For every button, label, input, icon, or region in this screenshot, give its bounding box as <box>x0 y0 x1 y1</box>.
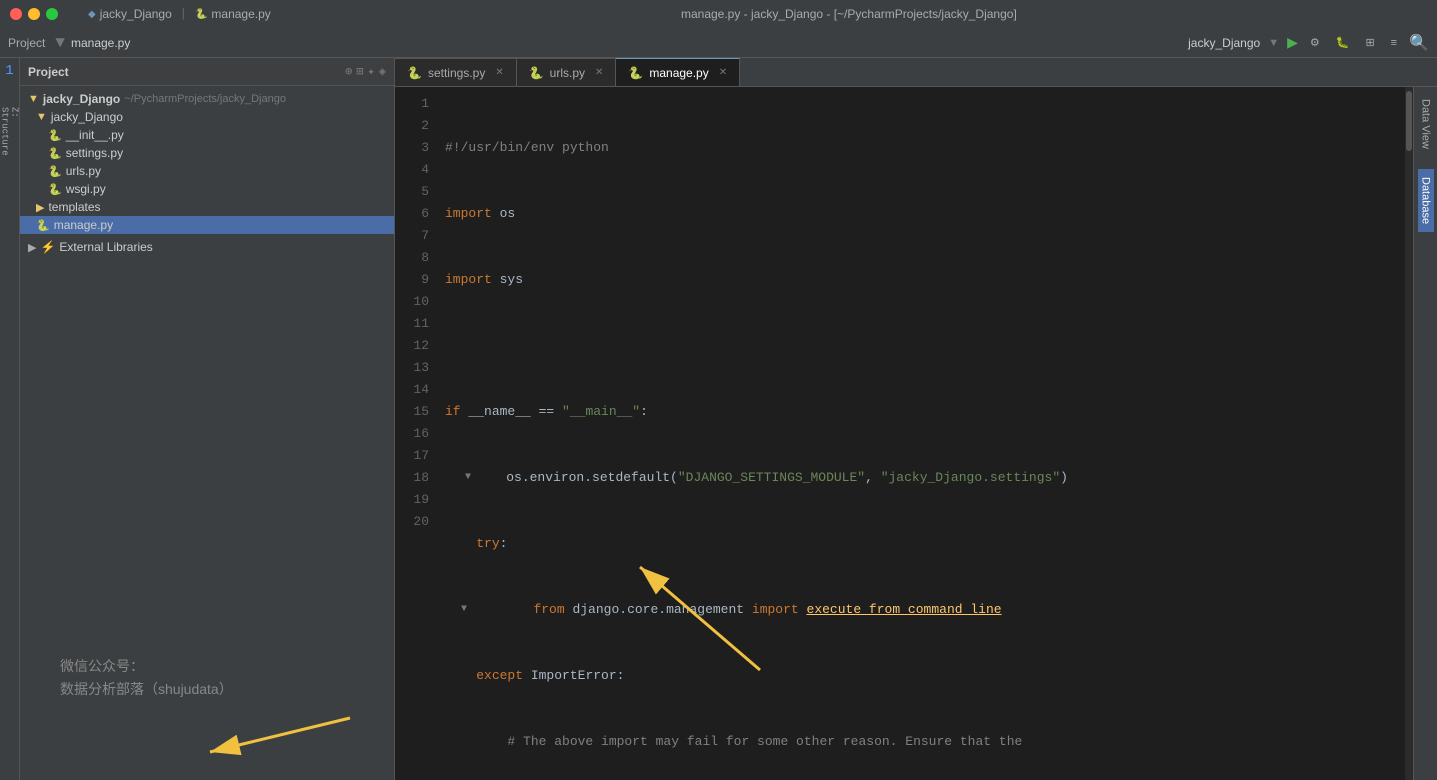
panel-tool-collapse[interactable]: ⊞ <box>356 64 363 79</box>
panel-tools: ⊕ ⊞ ✦ ◈ <box>345 64 386 79</box>
profile-button[interactable]: ≡ <box>1387 35 1401 51</box>
code-content: #!/usr/bin/env python import os import s… <box>437 87 1405 780</box>
database-panel[interactable]: Database <box>1418 169 1434 232</box>
tree-wsgi[interactable]: 🐍 wsgi.py <box>20 180 394 198</box>
data-view-panel[interactable]: Data View <box>1418 91 1434 157</box>
panel-tool-settings[interactable]: ✦ <box>368 64 375 79</box>
minimize-button[interactable] <box>28 8 40 20</box>
maximize-button[interactable] <box>46 8 58 20</box>
project-name: jacky_Django <box>1188 36 1260 50</box>
code-editor[interactable]: 12345 678910 1112131415 1617181920 #!/us… <box>395 87 1405 780</box>
tree-templates[interactable]: ▶ templates <box>20 198 394 216</box>
scrollbar-thumb <box>1406 91 1412 151</box>
panel-tool-sync[interactable]: ⊕ <box>345 64 352 79</box>
file-panel: Project ⊕ ⊞ ✦ ◈ ▼ jacky_Django ~/Pycharm… <box>20 58 395 780</box>
file-panel-title: Project <box>28 65 69 79</box>
titlebar-tab-file[interactable]: 🐍 manage.py <box>195 7 271 21</box>
titlebar-tab-project[interactable]: ◆ jacky_Django <box>88 7 172 21</box>
tab-settings[interactable]: 🐍 settings.py ✕ <box>395 58 517 86</box>
tree-jacky-django[interactable]: ▼ jacky_Django <box>20 108 394 126</box>
file-panel-header: Project ⊕ ⊞ ✦ ◈ <box>20 58 394 86</box>
build-button[interactable]: ⚙ <box>1306 34 1324 51</box>
tree-manage[interactable]: 🐍 manage.py <box>20 216 394 234</box>
editor-area: 12345 678910 1112131415 1617181920 #!/us… <box>395 87 1437 780</box>
right-side: 🐍 settings.py ✕ 🐍 urls.py ✕ 🐍 manage.py … <box>395 58 1437 780</box>
watermark: 微信公众号： 数据分析部落（shujudata） <box>60 655 233 700</box>
search-button[interactable]: 🔍 <box>1409 33 1429 53</box>
tree-init[interactable]: 🐍 __init__.py <box>20 126 394 144</box>
close-button[interactable] <box>10 8 22 20</box>
toolbar-right: jacky_Django ▼ ▶ ⚙ 🐛 ⊞ ≡ 🔍 <box>1188 33 1429 53</box>
tab-urls[interactable]: 🐍 urls.py ✕ <box>517 58 617 86</box>
tree-urls[interactable]: 🐍 urls.py <box>20 162 394 180</box>
tab-manage[interactable]: 🐍 manage.py ✕ <box>616 58 740 86</box>
line-numbers: 12345 678910 1112131415 1617181920 <box>395 87 437 780</box>
titlebar-title: manage.py - jacky_Django - [~/PycharmPro… <box>271 7 1427 21</box>
toolbar-file: manage.py <box>71 36 130 50</box>
run-button[interactable]: ▶ <box>1287 34 1298 51</box>
tree-settings[interactable]: 🐍 settings.py <box>20 144 394 162</box>
editor-tabs: 🐍 settings.py ✕ 🐍 urls.py ✕ 🐍 manage.py … <box>395 58 1437 87</box>
titlebar: ◆ jacky_Django | 🐍 manage.py manage.py -… <box>0 0 1437 28</box>
main-layout: 1 Z: Structure Project ⊕ ⊞ ✦ ◈ ▼ jacky_D… <box>0 58 1437 780</box>
coverage-button[interactable]: ⊞ <box>1361 34 1378 51</box>
editor-scrollbar[interactable] <box>1405 87 1413 780</box>
top-toolbar: Project ▼ manage.py jacky_Django ▼ ▶ ⚙ 🐛… <box>0 28 1437 58</box>
debug-button[interactable]: 🐛 <box>1332 34 1354 51</box>
tree-ext-libs[interactable]: ▶ ⚡ External Libraries <box>20 238 394 256</box>
toolbar-project: Project <box>8 36 45 50</box>
project-panel-toggle[interactable]: 1 <box>1 62 19 80</box>
structure-panel-toggle[interactable]: Z: Structure <box>1 122 19 140</box>
tree-root[interactable]: ▼ jacky_Django ~/PycharmProjects/jacky_D… <box>20 90 394 108</box>
panel-tool-expand[interactable]: ◈ <box>379 64 386 79</box>
left-strip: 1 Z: Structure <box>0 58 20 780</box>
right-panel-strip: Data View Database <box>1413 87 1437 780</box>
traffic-lights <box>10 8 58 20</box>
